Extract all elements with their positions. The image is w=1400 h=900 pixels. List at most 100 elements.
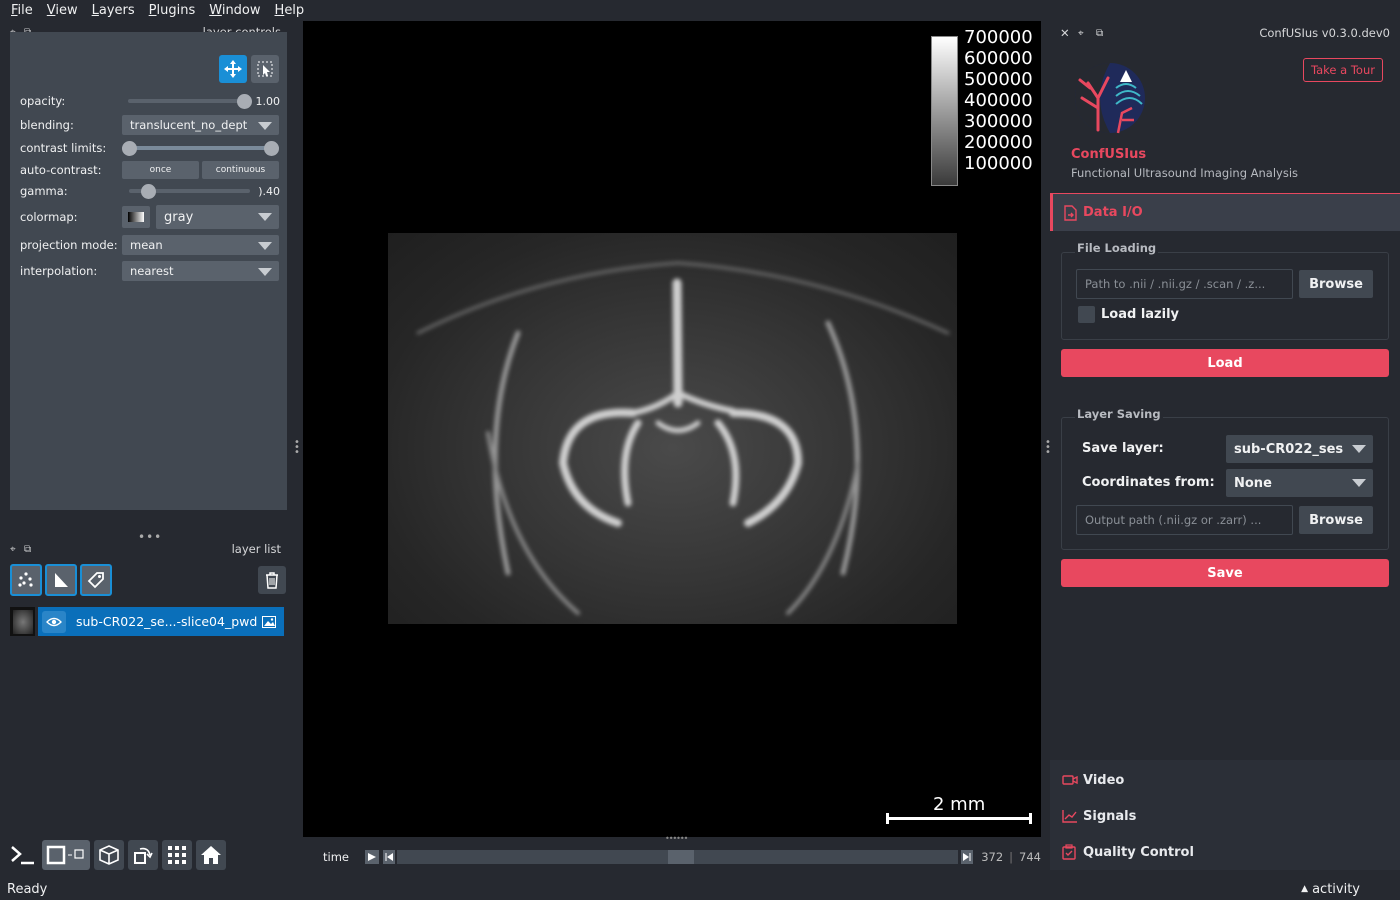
gamma-row: gamma: ).40 [20,181,280,201]
activity-toggle[interactable]: ▲ activity [1301,882,1360,897]
cube-icon [99,845,119,865]
section-signals[interactable]: Signals [1062,804,1136,828]
contrast-min-handle[interactable] [122,141,137,156]
delete-layer-button[interactable] [258,566,286,594]
load-lazily-checkbox[interactable] [1078,306,1095,323]
visibility-toggle[interactable] [42,610,66,633]
save-button[interactable]: Save [1061,559,1389,587]
activity-label: activity [1312,881,1360,897]
pan-zoom-button[interactable] [219,55,247,83]
close-icon[interactable]: ✕ [1060,26,1078,40]
contrast-row: contrast limits: [20,138,280,158]
viewer-canvas[interactable]: 700000 600000 500000 400000 300000 20000… [303,21,1041,837]
colormap-select[interactable]: gray [156,205,279,229]
blending-row: blending: translucent_no_dept [20,115,280,135]
opacity-slider[interactable] [128,91,253,111]
menu-layers[interactable]: Layers [85,3,142,18]
contrast-max-handle[interactable] [264,141,279,156]
layer-thumbnail [10,607,35,636]
section-quality-control-label: Quality Control [1083,844,1194,860]
status-text: Ready [7,881,48,897]
canvas-splitter[interactable]: •••••• [665,834,688,843]
gamma-slider[interactable] [129,181,251,201]
transform-button[interactable] [251,55,279,83]
new-points-layer-button[interactable] [10,564,42,596]
save-layer-select[interactable]: sub-CR022_ses [1226,435,1373,463]
colorbar-tick: 200000 [964,132,1033,153]
caret-up-icon: ▲ [1301,884,1309,894]
clipboard-check-icon [1062,844,1076,860]
colorbar-tick: 300000 [964,111,1033,132]
console-button[interactable] [8,840,38,870]
new-shapes-layer-button[interactable] [45,564,77,596]
step-back-button[interactable] [382,850,395,864]
section-signals-label: Signals [1083,808,1137,824]
layer-name[interactable]: sub-CR022_se...-slice04_pwd [76,614,257,629]
ndisplay-toggle-button[interactable] [42,840,90,870]
menu-plugins[interactable]: Plugins [142,3,203,18]
auto-contrast-once-button[interactable]: once [122,161,199,179]
projection-value: mean [130,238,163,252]
blending-label: blending: [20,118,74,132]
time-current-value[interactable]: 372 [981,850,1003,864]
step-forward-icon [963,853,971,861]
path-input[interactable]: Path to .nii / .nii.gz / .scan / .z... [1076,269,1293,299]
section-quality-control[interactable]: Quality Control [1062,840,1194,864]
time-slider-handle[interactable] [667,850,694,864]
menu-window[interactable]: Window [202,3,267,18]
opacity-handle[interactable] [237,94,253,109]
projection-label: projection mode: [20,238,118,252]
auto-contrast-row: auto-contrast: once continuous [20,160,280,180]
time-slider[interactable] [396,850,959,864]
image-layer-icon [262,615,276,628]
roll-dims-button[interactable] [94,840,124,870]
browse-save-button[interactable]: Browse [1299,506,1373,534]
menu-help[interactable]: Help [268,3,312,18]
load-button[interactable]: Load [1061,349,1389,377]
trash-icon [266,572,278,589]
viewer-buttons [8,840,226,870]
time-label: time [323,850,349,864]
new-labels-layer-button[interactable] [80,564,112,596]
interpolation-value: nearest [130,264,174,278]
layer-item[interactable]: sub-CR022_se...-slice04_pwd [10,607,284,636]
home-button[interactable] [196,840,226,870]
detach-icon[interactable]: ⧉ [1096,28,1114,39]
menu-file[interactable]: File [4,3,40,18]
play-icon [367,853,376,861]
menu-view[interactable]: View [40,3,85,18]
auto-contrast-continuous-button[interactable]: continuous [202,161,279,179]
projection-select[interactable]: mean [122,235,279,255]
step-forward-button[interactable] [961,850,974,864]
colormap-value: gray [164,209,194,225]
coordinates-select[interactable]: None [1226,469,1373,497]
output-path-input[interactable]: Output path (.nii.gz or .zarr) ... [1076,505,1293,535]
left-dock-handle[interactable]: • • • [294,438,300,458]
points-icon [18,572,33,587]
take-tour-button[interactable]: Take a Tour [1303,58,1383,82]
save-layer-label: Save layer: [1082,441,1164,456]
interpolation-select[interactable]: nearest [122,261,279,281]
section-data-io[interactable]: Data I/O [1050,193,1400,231]
status-bar: Ready ▲ activity [0,878,1400,900]
browse-load-button[interactable]: Browse [1299,270,1373,298]
float-toggle-icon[interactable]: ⌖ [1078,28,1096,39]
transpose-button[interactable] [128,840,158,870]
play-button[interactable] [364,850,379,864]
detach-icon[interactable]: ⧉ [24,544,38,555]
blending-select[interactable]: translucent_no_dept [122,115,279,135]
section-video[interactable]: Video [1062,768,1124,792]
menubar: File View Layers Plugins Window Help [0,0,1400,20]
select-transform-icon [257,61,273,77]
ultrasound-image [388,233,957,624]
section-video-label: Video [1083,772,1125,788]
chevron-down-icon [258,242,272,250]
colorbar-tick: 100000 [964,153,1033,174]
contrast-range-slider[interactable] [122,138,279,158]
blending-value: translucent_no_dept [130,118,248,132]
grid-view-button[interactable] [162,840,192,870]
float-toggle-icon[interactable]: ⌖ [10,544,24,555]
gamma-handle[interactable] [141,184,157,199]
save-layer-value: sub-CR022_ses [1234,441,1344,457]
coordinates-label: Coordinates from: [1082,475,1215,490]
